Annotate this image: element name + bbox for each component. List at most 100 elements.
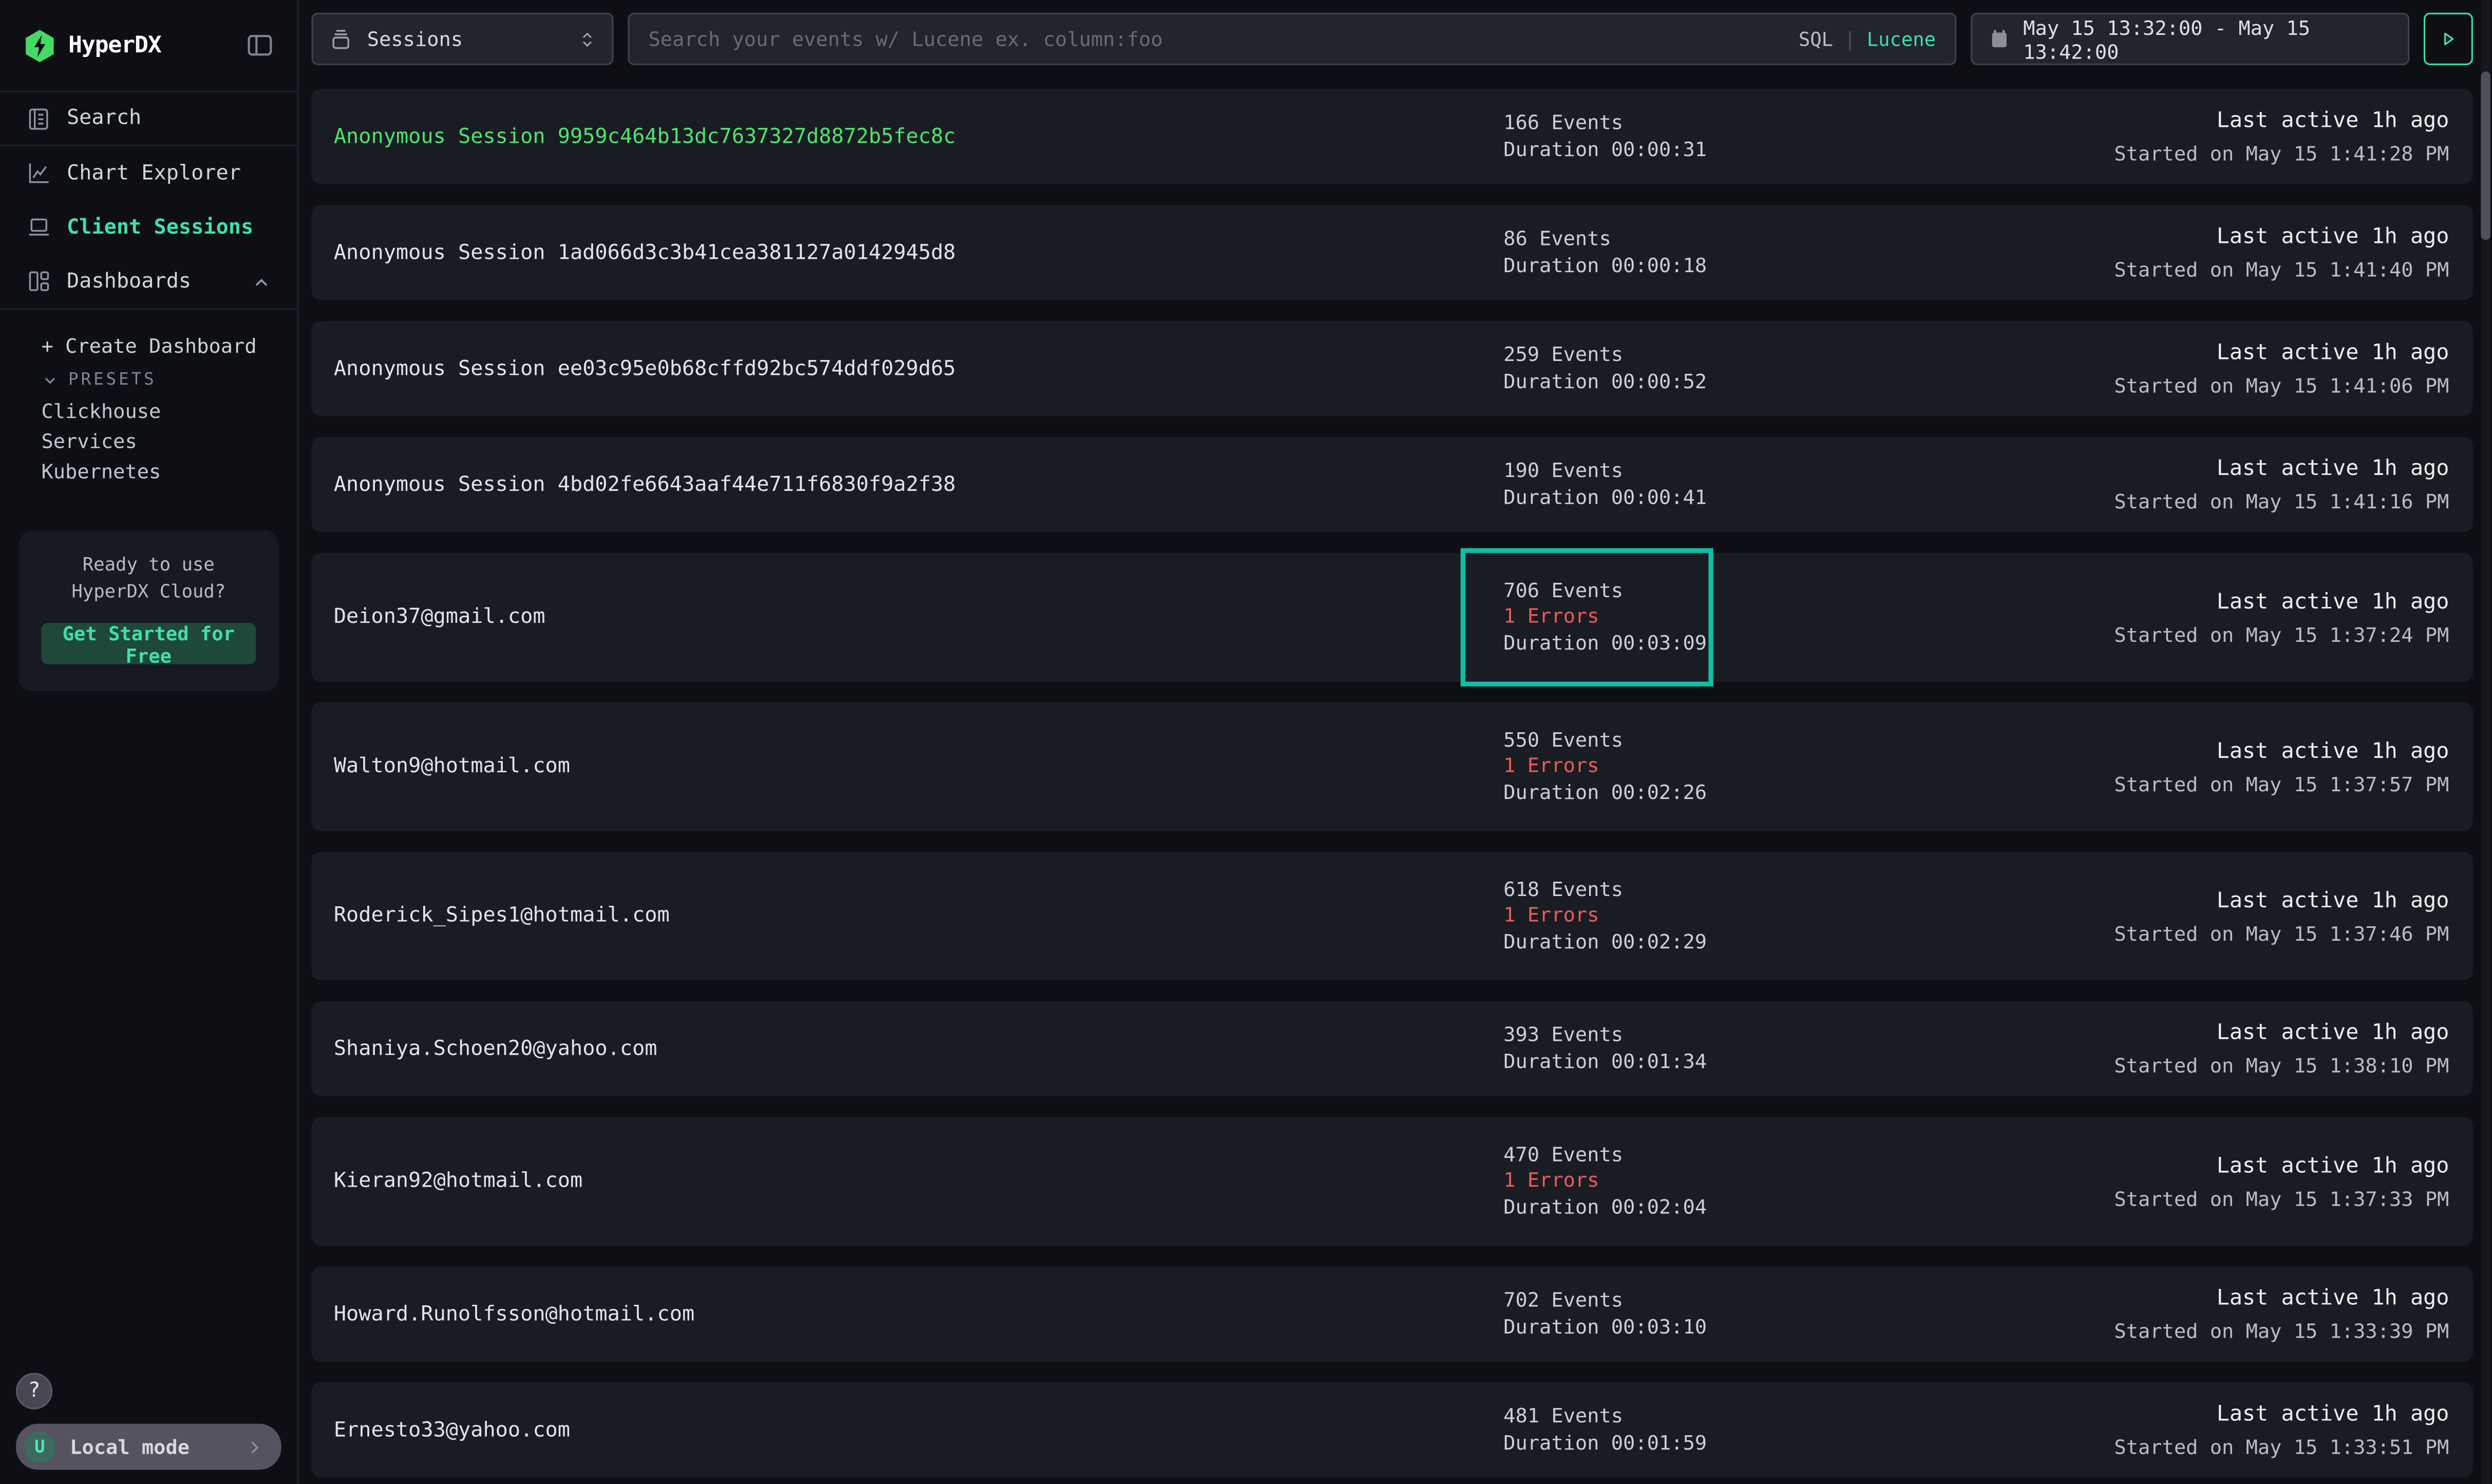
session-started: Started on May 15 1:41:16 PM [2114,489,2449,513]
preset-item-clickhouse[interactable]: Clickhouse [41,396,297,426]
session-events: 259 Events [1503,344,1707,367]
session-times: Last active 1h ago Started on May 15 1:4… [2114,224,2449,281]
session-stats: 393 Events Duration 00:01:34 [1503,1024,1707,1074]
session-name: Walton9@hotmail.com [334,755,570,778]
query-language-toggle: SQL | Lucene [1799,28,1936,50]
session-row[interactable]: Anonymous Session 4bd02fe6643aaf44e711f6… [311,437,2472,532]
date-range-picker[interactable]: May 15 13:32:00 - May 15 13:42:00 [1971,13,2409,65]
session-duration: Duration 00:00:41 [1503,486,1707,510]
source-select[interactable]: Sessions [311,13,613,65]
preset-item-services[interactable]: Services [41,426,297,456]
session-last-active: Last active 1h ago [2217,887,2449,913]
session-last-active: Last active 1h ago [2217,1285,2449,1311]
select-unfold-icon [578,28,596,50]
scrollbar-thumb[interactable] [2481,71,2490,240]
session-row[interactable]: Deion37@gmail.com 706 Events 1 Errors Du… [311,553,2472,682]
sidebar-item-label: Search [67,106,141,130]
session-name: Shaniya.Schoen20@yahoo.com [334,1037,657,1060]
session-stats: 481 Events Duration 00:01:59 [1503,1405,1707,1455]
session-row[interactable]: Shaniya.Schoen20@yahoo.com 393 Events Du… [311,1001,2472,1096]
session-stats: 470 Events 1 Errors Duration 00:02:04 [1503,1143,1707,1220]
session-row[interactable]: Roderick_Sipes1@hotmail.com 618 Events 1… [311,852,2472,981]
sidebar-nav: Search Chart Explorer Cl [0,90,297,310]
session-events: 702 Events [1503,1289,1707,1312]
sidebar-item-client-sessions[interactable]: Client Sessions [0,200,297,254]
session-name: Deion37@gmail.com [334,605,545,629]
sessions-stack-icon [329,26,353,52]
sidebar-item-label: Chart Explorer [67,161,241,185]
session-duration: Duration 00:00:31 [1503,138,1707,162]
app-window: HyperDX Search [0,0,2492,1484]
create-dashboard-button[interactable]: + Create Dashboard [41,329,297,361]
session-last-active: Last active 1h ago [2217,738,2449,764]
app-title: HyperDX [68,32,161,58]
journal-search-icon [26,106,51,131]
session-row[interactable]: Kieran92@hotmail.com 470 Events 1 Errors… [311,1117,2472,1246]
sidebar-item-chart-explorer[interactable]: Chart Explorer [0,146,297,200]
session-duration: Duration 00:02:26 [1503,782,1707,805]
session-stats: 259 Events Duration 00:00:52 [1503,344,1707,393]
session-last-active: Last active 1h ago [2217,1153,2449,1178]
chevron-right-icon [245,1437,264,1456]
sidebar-bottom: ? U Local mode [0,1373,297,1484]
sql-toggle[interactable]: SQL [1799,28,1833,50]
session-times: Last active 1h ago Started on May 15 1:3… [2114,1401,2449,1458]
session-started: Started on May 15 1:37:24 PM [2114,622,2449,645]
chevron-down-icon [41,371,59,389]
session-name: Anonymous Session 1ad066d3c3b41cea381127… [334,241,956,264]
dashboards-grid-icon [26,269,51,294]
calendar-icon [1988,27,2010,51]
session-times: Last active 1h ago Started on May 15 1:4… [2114,456,2449,513]
dashboards-submenu: + Create Dashboard PRESETS Clickhouse Se… [0,310,297,486]
session-row[interactable]: Ernesto33@yahoo.com 481 Events Duration … [311,1382,2472,1478]
session-row[interactable]: Walton9@hotmail.com 550 Events 1 Errors … [311,702,2472,831]
session-name: Anonymous Session 4bd02fe6643aaf44e711f6… [334,473,956,497]
presets-label: PRESETS [68,370,157,389]
session-row[interactable]: Anonymous Session 9959c464b13dc7637327d8… [311,89,2472,184]
scrollbar-track [2481,0,2490,1484]
local-mode-label: Local mode [70,1435,190,1458]
help-button[interactable]: ? [16,1373,52,1410]
topbar: Sessions SQL | Lucene [299,0,2492,78]
get-started-button[interactable]: Get Started for Free [41,622,256,663]
user-avatar: U [24,1431,55,1462]
sidebar-item-search[interactable]: Search [0,92,297,146]
session-errors: 1 Errors [1503,755,1707,778]
session-last-active: Last active 1h ago [2217,224,2449,250]
session-row[interactable]: Anonymous Session ee03c95e0b68cffd92bc57… [311,321,2472,416]
chevron-up-icon[interactable] [251,271,272,292]
lucene-toggle[interactable]: Lucene [1867,28,1936,50]
run-query-button[interactable] [2424,13,2473,65]
session-events: 481 Events [1503,1405,1707,1429]
session-row[interactable]: Howard.Runolfsson@hotmail.com 702 Events… [311,1266,2472,1362]
session-times: Last active 1h ago Started on May 15 1:3… [2114,1285,2449,1342]
sidebar-collapse-icon[interactable] [247,32,274,59]
session-duration: Duration 00:03:10 [1503,1316,1707,1339]
session-times: Last active 1h ago Started on May 15 1:3… [2114,1153,2449,1210]
session-errors: 1 Errors [1503,904,1707,928]
session-duration: Duration 00:00:52 [1503,370,1707,394]
search-input[interactable] [649,27,1783,51]
session-row[interactable]: Anonymous Session 1ad066d3c3b41cea381127… [311,205,2472,300]
search-box: SQL | Lucene [628,13,1956,65]
session-duration: Duration 00:01:59 [1503,1432,1707,1455]
session-events: 86 Events [1503,227,1707,251]
presets-toggle[interactable]: PRESETS [41,364,297,396]
session-last-active: Last active 1h ago [2217,456,2449,482]
session-stats: 86 Events Duration 00:00:18 [1503,227,1707,277]
local-mode-button[interactable]: U Local mode [16,1424,281,1470]
session-duration: Duration 00:00:18 [1503,254,1707,278]
session-last-active: Last active 1h ago [2217,588,2449,614]
cloud-promo-text: Ready to use HyperDX Cloud? [41,551,256,606]
date-range-value: May 15 13:32:00 - May 15 13:42:00 [2023,15,2392,63]
laptop-icon [26,215,51,240]
session-times: Last active 1h ago Started on May 15 1:3… [2114,588,2449,645]
sidebar-item-dashboards[interactable]: Dashboards [0,254,297,308]
sidebar-item-label: Dashboards [67,269,191,293]
session-events: 470 Events [1503,1143,1707,1167]
sidebar-item-label: Client Sessions [67,215,253,239]
session-events: 190 Events [1503,460,1707,483]
preset-item-kubernetes[interactable]: Kubernetes [41,456,297,486]
session-started: Started on May 15 1:37:46 PM [2114,921,2449,944]
session-started: Started on May 15 1:37:57 PM [2114,771,2449,795]
